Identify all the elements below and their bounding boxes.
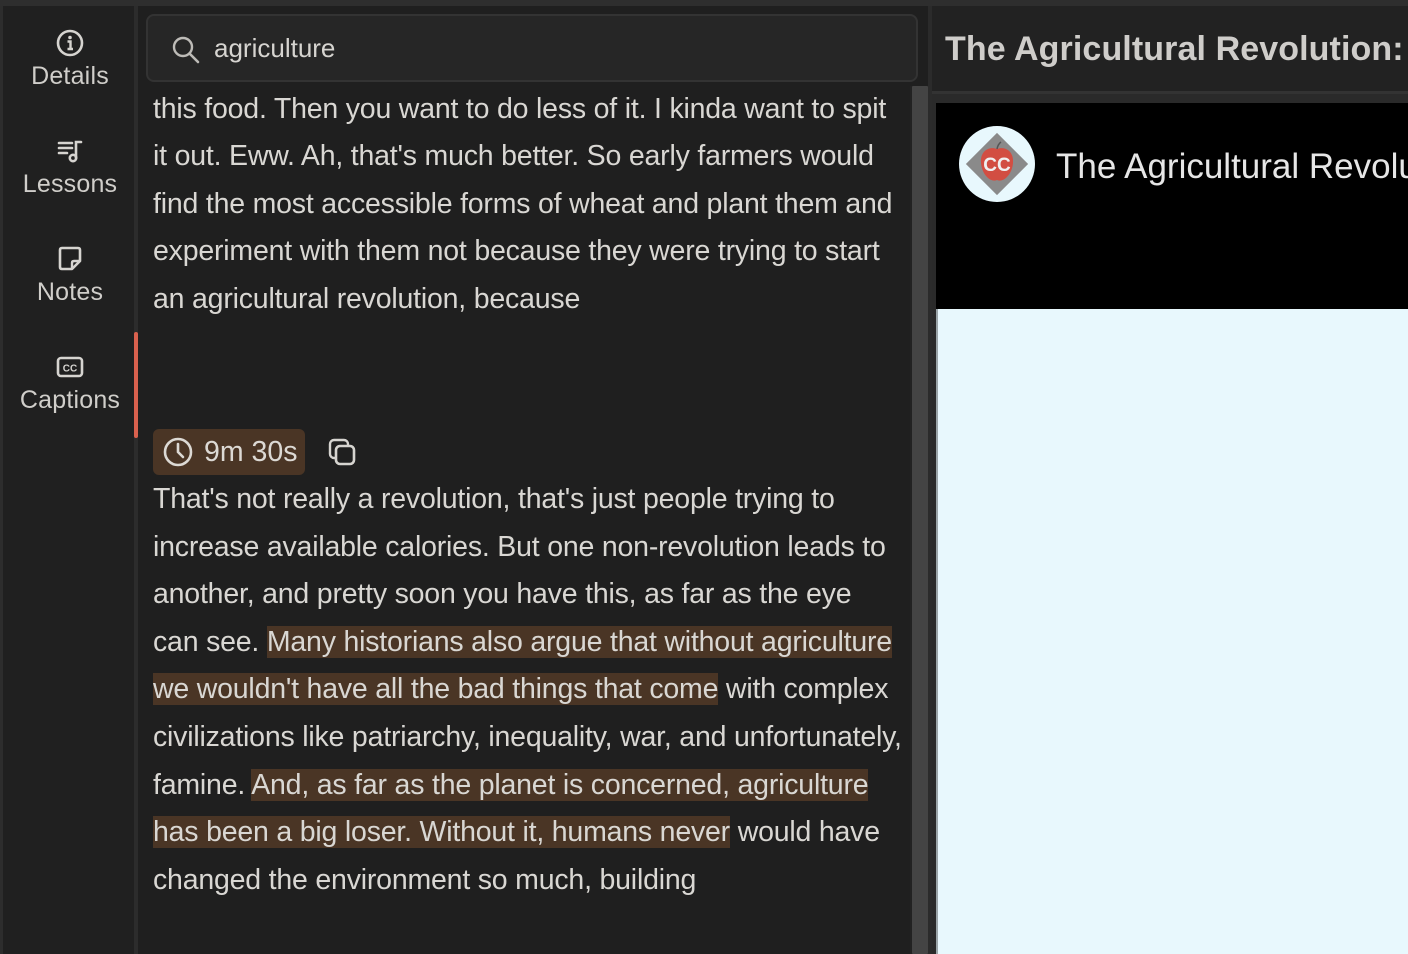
sidebar-nav: Details Lessons Notes CC Captions [0,6,134,954]
search-input[interactable] [214,28,894,68]
playlist-icon [57,140,83,163]
info-icon [56,29,84,57]
sidebar-item-label: Notes [36,278,104,306]
sidebar-item-label: Captions [19,386,121,414]
transcript-scrollbar[interactable] [910,86,928,954]
svg-text:CC: CC [983,155,1011,176]
video-title[interactable]: The Agricultural Revolution: Crash Cours… [1056,147,1408,187]
note-icon [58,246,82,271]
page-title: The Agricultural Revolution: Crash Cours… [945,30,1408,68]
video-player[interactable]: CC The Agricultural Revolution: Crash Co… [936,103,1408,309]
caption-block: That's not really a revolution, that's j… [153,476,903,904]
clock-icon [163,437,193,467]
search-bar[interactable] [146,14,918,82]
video-content-area [936,309,1408,954]
scrollbar-thumb[interactable] [912,86,928,954]
sidebar-item-label: Details [31,62,109,90]
timestamp-label: 9m 30s [204,435,298,468]
transcript-scroll-area: makes food, you want to do more of it. U… [138,6,910,954]
timestamp-button[interactable]: 9m 30s [153,429,306,475]
sidebar-item-details[interactable]: Details [3,26,137,91]
captions-icon: CC [56,356,84,378]
lesson-title-bar: The Agricultural Revolution: Crash Cours… [932,6,1408,94]
caption-text: this food. Then you want to do less of i… [153,92,893,315]
copy-icon[interactable] [325,435,359,469]
transcript-panel: makes food, you want to do more of it. U… [138,6,928,954]
panel-divider [928,6,932,954]
svg-text:CC: CC [63,364,77,375]
channel-logo[interactable]: CC [958,125,1036,203]
sidebar-item-notes[interactable]: Notes [3,242,137,307]
caption-block: makes food, you want to do more of it. U… [153,45,903,324]
sidebar-item-captions[interactable]: CC Captions [3,350,137,415]
sidebar-item-lessons[interactable]: Lessons [3,134,137,199]
search-icon [172,36,200,64]
sidebar-item-label: Lessons [22,170,118,198]
caption-timestamp-row: 9m 30s [153,429,359,475]
